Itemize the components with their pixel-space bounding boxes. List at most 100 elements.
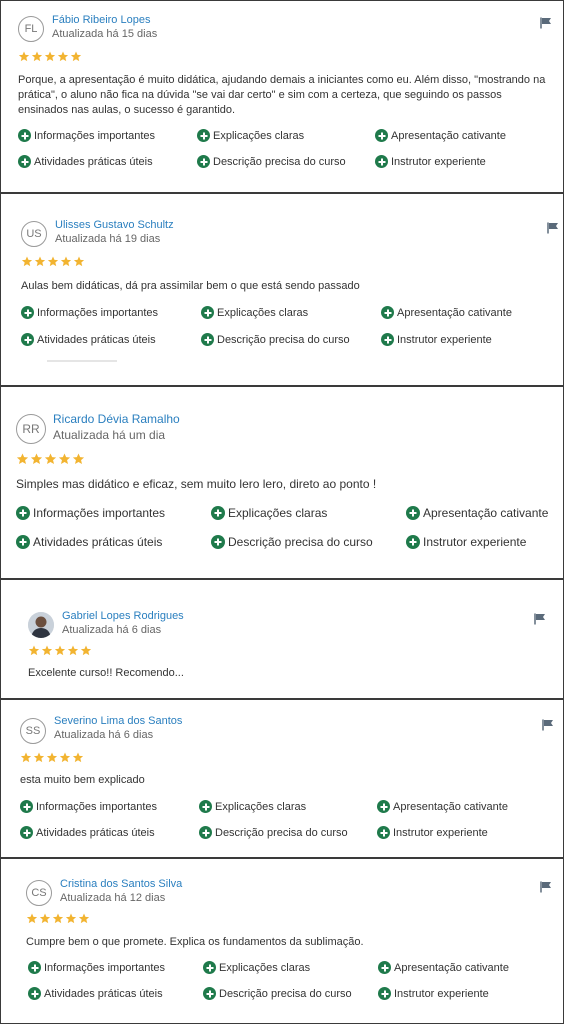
tag-instrutor-experiente: Instrutor experiente	[378, 987, 489, 1000]
tag-explicacoes-claras: Explicações claras	[199, 800, 306, 813]
star-rating	[26, 913, 90, 924]
reviewer-name[interactable]: Severino Lima dos Santos	[54, 715, 182, 727]
star-icon	[52, 913, 64, 924]
reviewer-name[interactable]: Ricardo Dévia Ramalho	[53, 412, 180, 426]
review-text: Cumpre bem o que promete. Explica os fun…	[26, 936, 364, 948]
tag-informacoes-importantes: Informações importantes	[28, 961, 165, 974]
star-icon	[73, 256, 85, 267]
star-icon	[31, 51, 43, 62]
star-icon	[30, 453, 43, 465]
review-text: Aulas bem didáticas, dá pra assimilar be…	[21, 280, 360, 292]
plus-circle-icon	[18, 129, 31, 142]
plus-circle-icon	[201, 306, 214, 319]
tag-descricao-precisa: Descrição precisa do curso	[203, 987, 352, 1000]
star-icon	[60, 256, 72, 267]
plus-circle-icon	[20, 800, 33, 813]
plus-circle-icon	[203, 987, 216, 1000]
avatar: SS	[20, 718, 46, 744]
tag-instrutor-experiente: Instrutor experiente	[406, 535, 526, 549]
plus-circle-icon	[199, 800, 212, 813]
tag-descricao-precisa: Descrição precisa do curso	[199, 826, 348, 839]
tag-descricao-precisa: Descrição precisa do curso	[197, 155, 346, 168]
review-text: Excelente curso!! Recomendo...	[28, 667, 184, 679]
clipped-next-item	[47, 360, 117, 366]
plus-circle-icon	[375, 155, 388, 168]
review-text: esta muito bem explicado	[20, 774, 145, 786]
tag-informacoes-importantes: Informações importantes	[21, 306, 158, 319]
star-icon	[78, 913, 90, 924]
tag-explicacoes-claras: Explicações claras	[203, 961, 310, 974]
user-photo-icon	[28, 612, 54, 638]
star-icon	[16, 453, 29, 465]
tag-explicacoes-claras: Explicações claras	[211, 506, 327, 520]
star-icon	[80, 645, 92, 656]
plus-circle-icon	[197, 129, 210, 142]
avatar: US	[21, 221, 47, 247]
tag-atividades-praticas: Atividades práticas úteis	[16, 535, 162, 549]
tag-instrutor-experiente: Instrutor experiente	[375, 155, 486, 168]
star-rating	[21, 256, 85, 267]
tag-explicacoes-claras: Explicações claras	[201, 306, 308, 319]
plus-circle-icon	[28, 961, 41, 974]
flag-icon[interactable]	[540, 17, 552, 29]
review-card: US Ulisses Gustavo Schultz Atualizada há…	[0, 193, 564, 386]
star-icon	[58, 453, 71, 465]
star-icon	[28, 645, 40, 656]
avatar	[28, 612, 54, 638]
review-date: Atualizada há 6 dias	[62, 624, 162, 636]
review-text: Simples mas didático e eficaz, sem muito…	[16, 477, 377, 491]
star-icon	[67, 645, 79, 656]
flag-icon[interactable]	[547, 222, 559, 234]
plus-circle-icon	[18, 155, 31, 168]
plus-circle-icon	[377, 800, 390, 813]
reviewer-name[interactable]: Gabriel Lopes Rodrigues	[62, 610, 184, 622]
avatar: CS	[26, 880, 52, 906]
avatar: RR	[16, 414, 46, 444]
review-date: Atualizada há 12 dias	[60, 892, 166, 904]
avatar: FL	[18, 16, 44, 42]
tag-apresentacao-cativante: Apresentação cativante	[406, 506, 548, 520]
flag-icon[interactable]	[534, 613, 546, 625]
tag-atividades-praticas: Atividades práticas úteis	[28, 987, 163, 1000]
star-icon	[26, 913, 38, 924]
plus-circle-icon	[378, 961, 391, 974]
tag-instrutor-experiente: Instrutor experiente	[381, 333, 492, 346]
plus-circle-icon	[199, 826, 212, 839]
plus-circle-icon	[28, 987, 41, 1000]
star-rating	[28, 645, 92, 656]
star-icon	[70, 51, 82, 62]
reviewer-name[interactable]: Cristina dos Santos Silva	[60, 878, 182, 890]
plus-circle-icon	[21, 306, 34, 319]
plus-circle-icon	[16, 506, 30, 520]
star-icon	[20, 752, 32, 763]
review-date: Atualizada há um dia	[53, 428, 166, 442]
plus-circle-icon	[21, 333, 34, 346]
reviewer-name[interactable]: Ulisses Gustavo Schultz	[55, 219, 174, 231]
review-card: CS Cristina dos Santos Silva Atualizada …	[0, 858, 564, 1024]
flag-icon[interactable]	[542, 719, 554, 731]
tag-apresentacao-cativante: Apresentação cativante	[375, 129, 506, 142]
star-icon	[21, 256, 33, 267]
star-icon	[59, 752, 71, 763]
star-icon	[72, 752, 84, 763]
tag-apresentacao-cativante: Apresentação cativante	[378, 961, 509, 974]
tag-informacoes-importantes: Informações importantes	[20, 800, 157, 813]
star-rating	[16, 453, 85, 465]
star-icon	[33, 752, 45, 763]
plus-circle-icon	[20, 826, 33, 839]
tag-atividades-praticas: Atividades práticas úteis	[18, 155, 153, 168]
flag-icon[interactable]	[540, 881, 552, 893]
tag-informacoes-importantes: Informações importantes	[16, 506, 165, 520]
plus-circle-icon	[375, 129, 388, 142]
star-icon	[57, 51, 69, 62]
reviewer-name[interactable]: Fábio Ribeiro Lopes	[52, 14, 150, 26]
plus-circle-icon	[378, 987, 391, 1000]
tag-atividades-praticas: Atividades práticas úteis	[21, 333, 156, 346]
tag-atividades-praticas: Atividades práticas úteis	[20, 826, 155, 839]
star-icon	[65, 913, 77, 924]
star-icon	[72, 453, 85, 465]
star-icon	[46, 752, 58, 763]
star-icon	[44, 51, 56, 62]
review-card: FL Fábio Ribeiro Lopes Atualizada há 15 …	[0, 0, 564, 193]
plus-circle-icon	[16, 535, 30, 549]
